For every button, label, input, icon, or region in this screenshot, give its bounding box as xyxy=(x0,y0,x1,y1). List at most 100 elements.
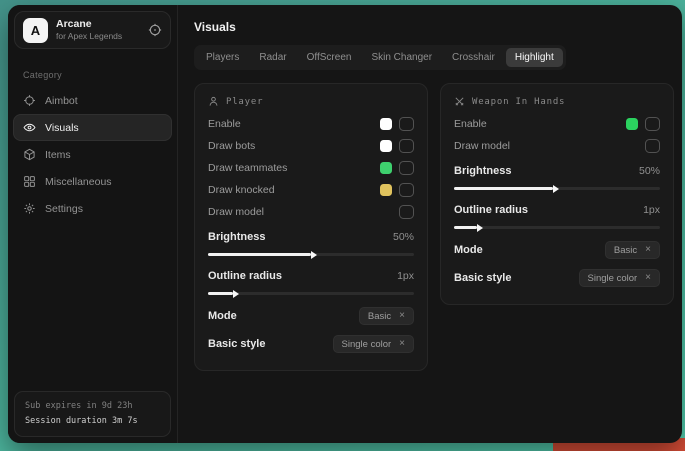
color-swatch[interactable] xyxy=(380,184,392,196)
sidebar-item-label: Miscellaneous xyxy=(45,176,112,188)
tab-crosshair[interactable]: Crosshair xyxy=(443,48,504,67)
tab-players[interactable]: Players xyxy=(197,48,248,67)
cube-icon xyxy=(23,148,36,161)
setting-row-mode: Mode Basic × xyxy=(208,307,414,325)
brightness-slider[interactable] xyxy=(208,253,414,256)
app-subtitle: for Apex Legends xyxy=(56,31,122,42)
gear-icon xyxy=(23,202,36,215)
sidebar: A Arcane for Apex Legends Category xyxy=(8,5,178,443)
color-swatch[interactable] xyxy=(626,118,638,130)
slider-thumb[interactable] xyxy=(553,185,559,193)
sidebar-item-miscellaneous[interactable]: Miscellaneous xyxy=(13,168,172,195)
sidebar-item-aimbot[interactable]: Aimbot xyxy=(13,87,172,114)
draw-model-checkbox[interactable] xyxy=(399,205,414,219)
brightness-value: 50% xyxy=(639,165,660,177)
sidebar-item-settings[interactable]: Settings xyxy=(13,195,172,222)
draw-knocked-checkbox[interactable] xyxy=(399,183,414,197)
tag-value: Basic xyxy=(368,311,391,322)
setting-row-basic-style: Basic style Single color × xyxy=(454,269,660,287)
player-icon xyxy=(208,96,219,107)
scope-icon[interactable] xyxy=(148,23,162,37)
basic-style-tag[interactable]: Single color × xyxy=(333,335,414,353)
draw-teammates-checkbox[interactable] xyxy=(399,161,414,175)
visuals-tabbar: Players Radar OffScreen Skin Changer Cro… xyxy=(194,45,566,70)
tab-highlight[interactable]: Highlight xyxy=(506,48,563,67)
draw-model-checkbox[interactable] xyxy=(645,139,660,153)
basic-style-tag[interactable]: Single color × xyxy=(579,269,660,287)
close-icon[interactable]: × xyxy=(399,339,405,349)
outline-radius-slider[interactable] xyxy=(208,292,414,295)
setting-row-draw-knocked: Draw knocked xyxy=(208,182,414,197)
setting-row-basic-style: Basic style Single color × xyxy=(208,335,414,353)
setting-label: Basic style xyxy=(454,272,511,284)
setting-row-draw-model: Draw model xyxy=(454,138,660,153)
tab-skin-changer[interactable]: Skin Changer xyxy=(362,48,441,67)
page-title: Visuals xyxy=(194,20,682,34)
panel-title: Weapon In Hands xyxy=(472,97,565,107)
setting-label: Mode xyxy=(454,244,483,256)
player-panel-header: Player xyxy=(208,96,414,107)
outline-radius-value: 1px xyxy=(397,270,414,282)
app-header-card: A Arcane for Apex Legends xyxy=(14,11,171,49)
grid-icon xyxy=(23,175,36,188)
setting-row-outline-radius: Outline radius 1px xyxy=(208,268,414,295)
setting-label: Outline radius xyxy=(454,204,528,216)
brightness-value: 50% xyxy=(393,231,414,243)
setting-row-draw-model: Draw model xyxy=(208,204,414,219)
tab-radar[interactable]: Radar xyxy=(250,48,295,67)
setting-row-brightness: Brightness 50% xyxy=(454,163,660,190)
app-window: A Arcane for Apex Legends Category xyxy=(8,5,682,443)
setting-row-enable: Enable xyxy=(208,116,414,131)
close-icon[interactable]: × xyxy=(645,273,651,283)
draw-bots-checkbox[interactable] xyxy=(399,139,414,153)
tab-offscreen[interactable]: OffScreen xyxy=(298,48,361,67)
sidebar-item-visuals[interactable]: Visuals xyxy=(13,114,172,141)
setting-label: Mode xyxy=(208,310,237,322)
mode-tag[interactable]: Basic × xyxy=(605,241,660,259)
app-name: Arcane xyxy=(56,18,122,31)
setting-row-mode: Mode Basic × xyxy=(454,241,660,259)
enable-checkbox[interactable] xyxy=(645,117,660,131)
sidebar-item-label: Aimbot xyxy=(45,95,78,107)
outline-radius-slider[interactable] xyxy=(454,226,660,229)
sidebar-nav: Aimbot Visuals Items xyxy=(8,87,177,222)
setting-label: Draw knocked xyxy=(208,184,275,196)
color-swatch[interactable] xyxy=(380,140,392,152)
sub-expiry-text: Sub expires in 9d 23h xyxy=(25,399,160,414)
panels-row: Player Enable Draw bots xyxy=(194,83,674,371)
setting-label: Outline radius xyxy=(208,270,282,282)
color-swatch[interactable] xyxy=(380,118,392,130)
close-icon[interactable]: × xyxy=(645,245,651,255)
color-swatch[interactable] xyxy=(380,162,392,174)
setting-label: Brightness xyxy=(454,165,511,177)
session-duration-text: Session duration 3m 7s xyxy=(25,414,160,429)
panel-title: Player xyxy=(226,97,263,107)
brightness-slider[interactable] xyxy=(454,187,660,190)
close-icon[interactable]: × xyxy=(399,311,405,321)
slider-thumb[interactable] xyxy=(233,290,239,298)
setting-row-draw-bots: Draw bots xyxy=(208,138,414,153)
setting-label: Basic style xyxy=(208,338,265,350)
sidebar-item-label: Settings xyxy=(45,203,83,215)
sidebar-item-label: Items xyxy=(45,149,71,161)
subscription-info-card: Sub expires in 9d 23h Session duration 3… xyxy=(14,391,171,437)
slider-thumb[interactable] xyxy=(477,224,483,232)
setting-row-brightness: Brightness 50% xyxy=(208,229,414,256)
app-logo: A xyxy=(23,18,48,43)
crossed-swords-icon xyxy=(454,96,465,107)
category-label: Category xyxy=(23,70,177,80)
tag-value: Single color xyxy=(588,273,638,284)
player-panel: Player Enable Draw bots xyxy=(194,83,428,371)
weapon-in-hands-panel: Weapon In Hands Enable Draw model xyxy=(440,83,674,305)
setting-label: Enable xyxy=(208,118,241,130)
slider-thumb[interactable] xyxy=(311,251,317,259)
tag-value: Basic xyxy=(614,245,637,256)
sidebar-item-label: Visuals xyxy=(45,122,79,134)
enable-checkbox[interactable] xyxy=(399,117,414,131)
setting-label: Brightness xyxy=(208,231,265,243)
sidebar-item-items[interactable]: Items xyxy=(13,141,172,168)
setting-row-outline-radius: Outline radius 1px xyxy=(454,202,660,229)
outline-radius-value: 1px xyxy=(643,204,660,216)
mode-tag[interactable]: Basic × xyxy=(359,307,414,325)
crosshair-icon xyxy=(23,94,36,107)
